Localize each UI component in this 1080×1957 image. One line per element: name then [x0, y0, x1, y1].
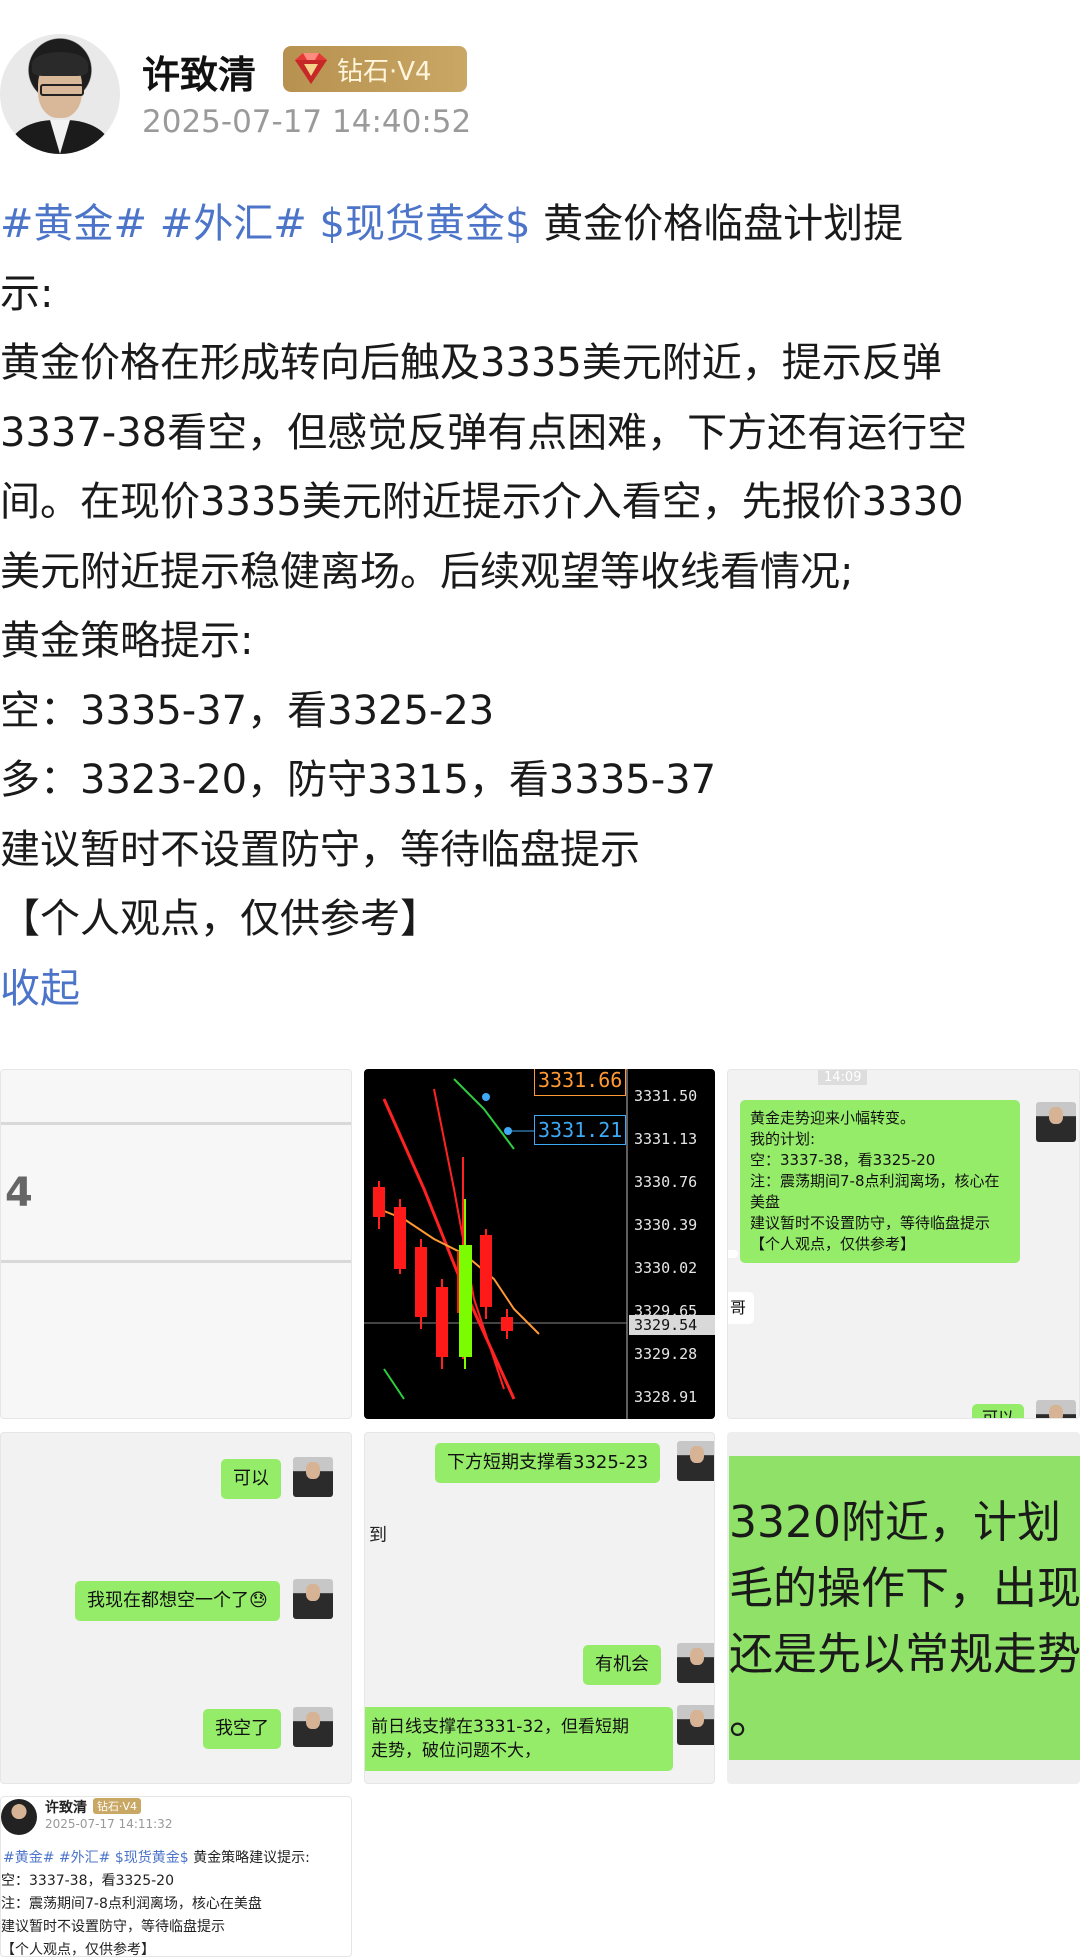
vip-badge[interactable]: 钻石·V4: [283, 46, 467, 92]
chat-avatar: [293, 1707, 333, 1747]
image-7-post-screenshot[interactable]: 许致清 钻石·V4 2025-07-17 14:11:32 #黄金# #外汇# …: [0, 1796, 352, 1957]
post-line-5: 间。在现价3335美元附近提示介入看空，先报价3330: [0, 479, 964, 525]
zoomed-line-2: 毛的操作下，出现: [729, 1563, 1080, 1614]
axis-tick-7: 3329.28: [634, 1345, 698, 1363]
mini-post-topics: #黄金# #外汇# $现货黄金$: [3, 1850, 189, 1866]
chat-line: 建议暂时不设置防守，等待临盘提示: [750, 1214, 991, 1232]
post-line-2: 示:: [0, 270, 54, 317]
diamond-gem-icon: [283, 46, 339, 92]
chat-avatar: [677, 1705, 714, 1745]
chat-avatar: [1036, 1102, 1076, 1142]
image-3-chat-screenshot[interactable]: 14:09 黄金走势迎来小幅转变。 我的计划: 空：3337-38，看3325-…: [727, 1069, 1080, 1419]
image-1-label: 4: [5, 1170, 33, 1216]
image-1-divider: [1, 1260, 351, 1263]
mini-post-time: 2025-07-17 14:11:32: [45, 1817, 173, 1831]
post-content: #黄金# #外汇# $现货黄金$ 黄金价格临盘计划提 示: 黄金价格在形成转向后…: [0, 190, 1080, 1024]
avatar-glasses: [40, 84, 84, 96]
chat-left-fragment: 到: [369, 1525, 387, 1546]
chat-time: 14:09: [818, 1070, 868, 1085]
zoomed-line-1: 3320附近，计划: [729, 1497, 1061, 1548]
image-5-chat-screenshot[interactable]: 下方短期支撑看3325-23 到 有机会 前日线支撑在3331-32，但看短期 …: [364, 1432, 715, 1784]
axis-tick-1: 3331.50: [634, 1087, 698, 1105]
chat-line: 前日线支撑在3331-32，但看短期: [371, 1717, 630, 1737]
chat-line: 注：震荡期间7-8点利润离场，核心在: [750, 1172, 1000, 1190]
image-6-zoomed-message[interactable]: 3320附近，计划 毛的操作下，出现 还是先以常规走势 。: [727, 1432, 1080, 1784]
chat-message-1: 可以: [221, 1459, 281, 1499]
axis-tick-5: 3330.02: [634, 1259, 698, 1277]
chat-message-2: 有机会: [583, 1645, 661, 1685]
axis-tick-3: 3330.76: [634, 1173, 698, 1191]
image-1-divider: [1, 1122, 351, 1125]
user-name[interactable]: 许致清: [142, 44, 256, 99]
post-line-4: 3337-38看空，但感觉反弹有点困难，下方还有运行空: [0, 409, 968, 456]
zoomed-line-4: 。: [729, 1693, 773, 1744]
chat-message-left-2: 哥: [728, 1292, 755, 1324]
image-2-candlestick-chart[interactable]: 3331.66 3331.21 3331.50 3331.13 3330.76 …: [364, 1069, 715, 1419]
post-line-11: 【个人观点，仅供参考】: [0, 896, 440, 942]
chat-avatar: [677, 1643, 714, 1683]
chat-message-3: 我空了: [203, 1709, 281, 1749]
chat-avatar: [293, 1457, 333, 1497]
chat-line: 走势，破位问题不大，: [371, 1741, 541, 1761]
chat-reply: 可以: [972, 1404, 1025, 1418]
chat-avatar: [1036, 1400, 1076, 1418]
chat-message-left: [728, 1250, 738, 1258]
collapse-link[interactable]: 收起: [0, 955, 1080, 1025]
chat-avatar: [677, 1441, 714, 1481]
chat-line: 美盘: [750, 1193, 781, 1211]
chat-message-1: 下方短期支撑看3325-23: [435, 1443, 661, 1483]
mini-post-line-1: #黄金# #外汇# $现货黄金$ 黄金策略建议提示:: [3, 1847, 310, 1867]
post-line-6: 美元附近提示稳健离场。后续观望等收线看情况;: [0, 548, 854, 595]
post-line-10: 建议暂时不设置防守，等待临盘提示: [0, 826, 640, 873]
chat-message-2: 我现在都想空一个了😓: [75, 1581, 280, 1621]
mini-post-title: 黄金策略建议提示:: [188, 1850, 310, 1866]
topic-link-forex[interactable]: #外汇#: [160, 201, 307, 247]
chat-line: 空：3337-38，看3325-20: [750, 1151, 936, 1169]
topic-link-gold[interactable]: #黄金#: [0, 201, 147, 247]
post-line-9: 多：3323-20，防守3315，看3335-37: [0, 757, 717, 803]
post-line-8: 空：3335-37，看3325-23: [0, 687, 495, 734]
axis-tick-2: 3331.13: [634, 1130, 698, 1148]
price-label-mark-text: 3331.21: [538, 1118, 623, 1142]
image-4-chat-screenshot[interactable]: 可以 我现在都想空一个了😓 我空了: [0, 1432, 352, 1784]
candle-group: [373, 1157, 513, 1369]
price-label-high-text: 3331.66: [538, 1069, 623, 1092]
mini-post-line-4: 建议暂时不设置防守，等待临盘提示: [1, 1919, 225, 1935]
chat-message-plan: 黄金走势迎来小幅转变。 我的计划: 空：3337-38，看3325-20 注：震…: [740, 1100, 1020, 1263]
axis-tick-8: 3328.91: [634, 1388, 698, 1406]
chat-line: 我的计划:: [750, 1130, 816, 1148]
current-price-text: 3329.54: [634, 1316, 698, 1334]
topic-link-spot-gold[interactable]: $现货黄金$: [320, 201, 531, 247]
vip-badge-label: 钻石·V4: [337, 56, 432, 87]
post-line-7: 黄金策略提示:: [0, 618, 254, 664]
avatar-hair: [32, 52, 88, 76]
chat-avatar: [293, 1579, 333, 1619]
user-avatar[interactable]: [0, 34, 120, 154]
zoomed-line-3: 还是先以常规走势: [729, 1629, 1080, 1680]
chat-message-3: 前日线支撑在3331-32，但看短期 走势，破位问题不大，: [365, 1707, 673, 1771]
mini-post-avatar: [1, 1799, 37, 1835]
post-timestamp: 2025-07-17 14:40:52: [142, 104, 472, 140]
mini-post-name: 许致清: [45, 1800, 87, 1816]
image-1[interactable]: 4: [0, 1069, 352, 1419]
mini-post-line-3: 注：震荡期间7-8点利润离场，核心在美盘: [1, 1896, 262, 1912]
post-title-text: 黄金价格临盘计划提: [530, 201, 904, 247]
axis-tick-4: 3330.39: [634, 1216, 698, 1234]
mini-post-line-5: 【个人观点，仅供参考】: [1, 1942, 155, 1957]
post-line-1: #黄金# #外汇# $现货黄金$ 黄金价格临盘计划提: [0, 190, 1080, 260]
post-line-3: 黄金价格在形成转向后触及3335美元附近，提示反弹: [0, 340, 942, 386]
mini-post-line-2: 空：3337-38，看3325-20: [1, 1873, 174, 1889]
chat-line: 黄金走势迎来小幅转变。: [750, 1109, 916, 1127]
mini-post-badge: 钻石·V4: [93, 1798, 142, 1814]
chat-line: 【个人观点，仅供参考】: [750, 1235, 916, 1253]
